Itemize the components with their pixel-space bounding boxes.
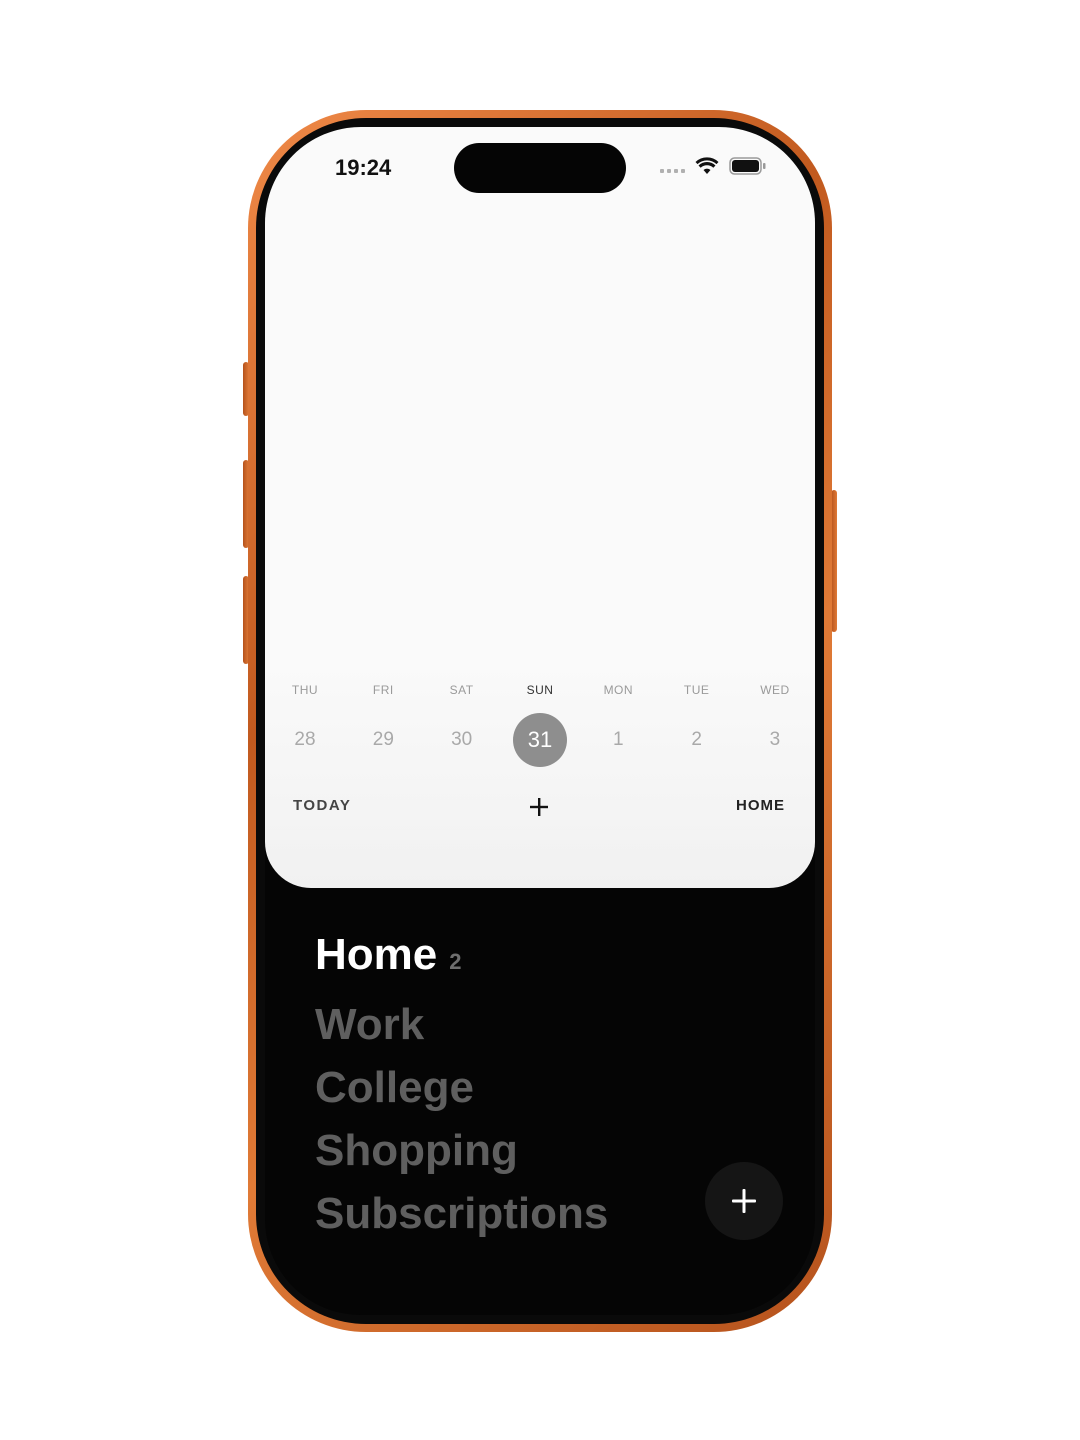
list-item-subscriptions[interactable]: Subscriptions	[315, 1182, 608, 1245]
list-label: Subscriptions	[315, 1189, 609, 1238]
day-number-selected: 31	[512, 713, 567, 767]
list-item-shopping[interactable]: Shopping	[315, 1119, 608, 1182]
day-wed[interactable]: WED 3	[747, 683, 803, 767]
list-count-badge: 2	[449, 949, 462, 974]
today-button[interactable]: TODAY	[293, 797, 351, 814]
day-number: 30	[451, 729, 473, 750]
battery-icon	[729, 157, 766, 175]
day-fri[interactable]: FRI 29	[355, 683, 411, 767]
phone-screen: 19:24 THU 28 FRI 29 SAT 30 SUN 31 MON 1 …	[265, 127, 815, 1315]
list-item-home[interactable]: Home 2	[315, 923, 608, 993]
day-number: 29	[372, 729, 394, 750]
day-number: 2	[691, 729, 702, 750]
home-list-button[interactable]: HOME	[736, 797, 785, 814]
day-number: 3	[769, 729, 781, 750]
list-label: College	[315, 1063, 474, 1112]
status-icons	[660, 157, 767, 175]
plus-icon[interactable]	[528, 796, 550, 818]
plus-icon	[732, 1189, 756, 1213]
calendar-footer: TODAY HOME	[265, 792, 815, 822]
day-name: FRI	[372, 683, 394, 697]
day-name: SAT	[449, 683, 474, 697]
wifi-icon	[695, 157, 719, 174]
day-name: WED	[760, 683, 790, 697]
day-sat[interactable]: SAT 30	[434, 683, 490, 767]
day-name: SUN	[526, 683, 554, 697]
list-label: Shopping	[315, 1126, 518, 1175]
calendar-card: 19:24 THU 28 FRI 29 SAT 30 SUN 31 MON 1 …	[265, 127, 815, 888]
dynamic-island	[454, 143, 626, 193]
list-label: Work	[315, 1000, 425, 1049]
lists-menu: Home 2 Work College Shopping Subscription…	[315, 923, 608, 1245]
list-label: Home	[315, 930, 438, 979]
day-number: 1	[613, 729, 624, 750]
add-list-button[interactable]	[705, 1162, 783, 1240]
day-sun-selected[interactable]: SUN 31	[512, 683, 568, 767]
day-name: MON	[603, 683, 634, 697]
status-time: 19:24	[335, 155, 392, 180]
cellular-signal-icon	[660, 169, 685, 173]
day-tue[interactable]: TUE 2	[669, 683, 725, 767]
day-number: 28	[294, 729, 316, 750]
day-thu[interactable]: THU 28	[277, 683, 333, 767]
list-item-work[interactable]: Work	[315, 993, 608, 1056]
list-item-college[interactable]: College	[315, 1056, 608, 1119]
day-name: THU	[291, 683, 319, 697]
week-strip: THU 28 FRI 29 SAT 30 SUN 31 MON 1 TUE 2 …	[265, 683, 815, 767]
day-name: TUE	[683, 683, 710, 697]
day-mon[interactable]: MON 1	[590, 683, 646, 767]
canvas: 19:24 THU 28 FRI 29 SAT 30 SUN 31 MON 1 …	[0, 0, 1080, 1440]
